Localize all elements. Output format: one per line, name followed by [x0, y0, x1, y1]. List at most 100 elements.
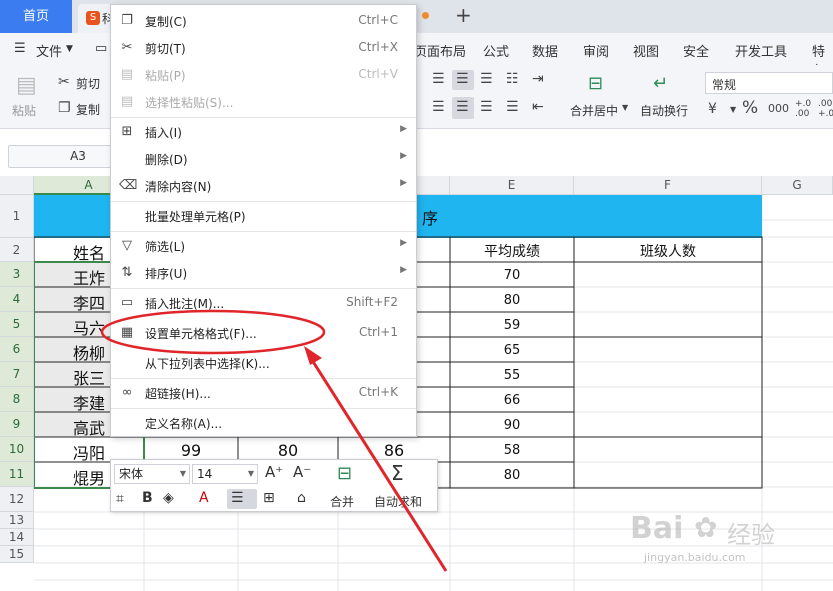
align-center-icon[interactable]: ☰ [456, 99, 469, 115]
increase-decimal-button[interactable]: +.0 .00 [795, 99, 815, 119]
tab-home[interactable]: 首页 [0, 0, 72, 33]
increase-font-icon[interactable]: A⁺ [265, 463, 283, 481]
ctx-sort[interactable]: ⇅ 排序(U) ▶ [111, 260, 416, 286]
row-header-7[interactable]: 7 [0, 362, 34, 387]
autosum-button[interactable]: 自动求和 [374, 493, 422, 510]
ctx-paste-special[interactable]: ▤ 选择性粘贴(S)... [111, 89, 416, 115]
ctx-paste[interactable]: ▤ 粘贴(P) Ctrl+V [111, 62, 416, 88]
clear-format-icon[interactable]: ⌂ [297, 490, 306, 506]
menu-view[interactable]: 视图 [633, 41, 659, 60]
ctx-insert-comment[interactable]: ▭ 插入批注(M)... Shift+F2 [111, 290, 416, 316]
row-header-2[interactable]: 2 [0, 238, 34, 262]
column-header-g[interactable]: G [762, 176, 833, 195]
ctx-format-cells[interactable]: ▦ 设置单元格格式(F)... Ctrl+1 [111, 320, 416, 346]
row-header-14[interactable]: 14 [0, 529, 34, 546]
ctx-cut[interactable]: ✂ 剪切(T) Ctrl+X [111, 35, 416, 61]
menu-file[interactable]: 文件 [36, 41, 62, 60]
menu-page-layout[interactable]: 页面布局 [414, 41, 466, 60]
thousands-button[interactable]: 000 [768, 102, 789, 115]
cell-e7[interactable]: 55 [450, 368, 574, 383]
cell-d10[interactable]: 86 [338, 441, 450, 460]
fill-color-icon[interactable]: ◈ [163, 490, 174, 506]
copy-button[interactable]: 复制 [76, 101, 100, 118]
cell-e11[interactable]: 80 [450, 468, 574, 483]
merge-dropdown-icon[interactable]: ▼ [622, 103, 628, 112]
row-header-15[interactable]: 15 [0, 546, 34, 563]
row-header-11[interactable]: 11 [0, 462, 34, 487]
cell-e6[interactable]: 65 [450, 343, 574, 358]
cell-b10[interactable]: 99 [144, 441, 238, 460]
align-right-icon[interactable]: ☰ [480, 99, 493, 115]
tab-document[interactable]: S 科 [78, 4, 114, 33]
borders-icon[interactable]: ⊞ [263, 490, 275, 506]
merge-icon[interactable]: ⊟ [337, 463, 352, 484]
percent-button[interactable]: % [742, 98, 758, 118]
decrease-decimal-button[interactable]: .00 +.0 [818, 99, 833, 119]
row-header-1[interactable]: 1 [0, 195, 34, 238]
folder-icon[interactable]: ▭ [95, 41, 107, 56]
currency-icon[interactable]: ¥ [708, 101, 717, 117]
ctx-insert[interactable]: ⊞ 插入(I) ▶ [111, 119, 416, 145]
cell-c10[interactable]: 80 [238, 441, 338, 460]
row-header-9[interactable]: 9 [0, 412, 34, 437]
orientation-icon[interactable]: ☷ [506, 71, 519, 87]
cell-f2[interactable]: 班级人数 [574, 241, 762, 261]
menu-data[interactable]: 数据 [532, 41, 558, 60]
justify-icon[interactable]: ☰ [506, 99, 519, 115]
row-header-13[interactable]: 13 [0, 512, 34, 529]
ctx-filter[interactable]: ▽ 筛选(L) ▶ [111, 233, 416, 259]
autosum-icon[interactable]: Σ [391, 461, 404, 485]
cell-e8[interactable]: 66 [450, 393, 574, 408]
bold-icon[interactable]: B [142, 490, 153, 506]
align-top-icon[interactable]: ☰ [432, 71, 445, 87]
row-header-4[interactable]: 4 [0, 287, 34, 312]
distribute-icon[interactable]: ⇤ [532, 99, 544, 115]
decrease-font-icon[interactable]: A⁻ [293, 463, 311, 481]
row-header-10[interactable]: 10 [0, 437, 34, 462]
column-header-f[interactable]: F [574, 176, 762, 195]
ctx-batch[interactable]: 批量处理单元格(P) [111, 203, 416, 229]
scissors-icon[interactable]: ✂ [58, 74, 70, 90]
font-size-select[interactable]: 14 ▼ [192, 464, 258, 484]
menu-review[interactable]: 审阅 [583, 41, 609, 60]
cell-e4[interactable]: 80 [450, 293, 574, 308]
merge-center-icon[interactable]: ⊟ [588, 73, 603, 94]
wrap-text-button[interactable]: 自动换行 [640, 102, 688, 119]
cell-e2[interactable]: 平均成绩 [450, 241, 574, 261]
paste-button[interactable]: 粘贴 [12, 102, 36, 119]
paste-clipboard-icon[interactable]: ▤ [16, 73, 37, 98]
column-header-e[interactable]: E [450, 176, 574, 195]
font-family-select[interactable]: 宋体 ▼ [114, 464, 190, 484]
row-header-3[interactable]: 3 [0, 262, 34, 287]
format-painter-icon[interactable]: ⌗ [116, 491, 124, 507]
font-color-icon[interactable]: A [199, 490, 209, 506]
merge-button[interactable]: 合并 [330, 493, 354, 510]
ctx-pick-from-list[interactable]: 从下拉列表中选择(K)... [111, 350, 416, 376]
ctx-hyperlink[interactable]: ∞ 超链接(H)... Ctrl+K [111, 380, 416, 406]
row-header-5[interactable]: 5 [0, 312, 34, 337]
align-left-icon[interactable]: ☰ [432, 99, 445, 115]
align-bottom-icon[interactable]: ☰ [480, 71, 493, 87]
new-tab-plus-icon[interactable]: + [455, 3, 472, 27]
align-center-icon[interactable]: ☰ [231, 490, 244, 506]
number-format-select[interactable]: 常规 [705, 72, 833, 94]
hamburger-icon[interactable]: ☰ [14, 41, 26, 56]
align-middle-icon[interactable]: ☰ [456, 71, 469, 87]
menu-security[interactable]: 安全 [683, 41, 709, 60]
chevron-down-icon[interactable]: ▼ [66, 44, 73, 54]
copy-icon[interactable]: ❐ [58, 100, 71, 116]
row-header-12[interactable]: 12 [0, 487, 34, 512]
merge-center-button[interactable]: 合并居中 [570, 102, 618, 119]
row-header-6[interactable]: 6 [0, 337, 34, 362]
cell-e9[interactable]: 90 [450, 418, 574, 433]
indent-icon[interactable]: ⇥ [532, 71, 544, 87]
ctx-define-name[interactable]: 定义名称(A)... [111, 410, 416, 436]
ctx-delete[interactable]: 删除(D) ▶ [111, 146, 416, 172]
currency-dropdown-icon[interactable]: ▼ [730, 105, 736, 114]
wrap-text-icon[interactable]: ↵ [653, 73, 668, 94]
ctx-clear[interactable]: ⌫ 清除内容(N) ▶ [111, 173, 416, 199]
cell-e10[interactable]: 58 [450, 443, 574, 458]
select-all-corner[interactable] [0, 176, 34, 195]
menu-formula[interactable]: 公式 [483, 41, 509, 60]
ctx-copy[interactable]: ❐ 复制(C) Ctrl+C [111, 8, 416, 34]
